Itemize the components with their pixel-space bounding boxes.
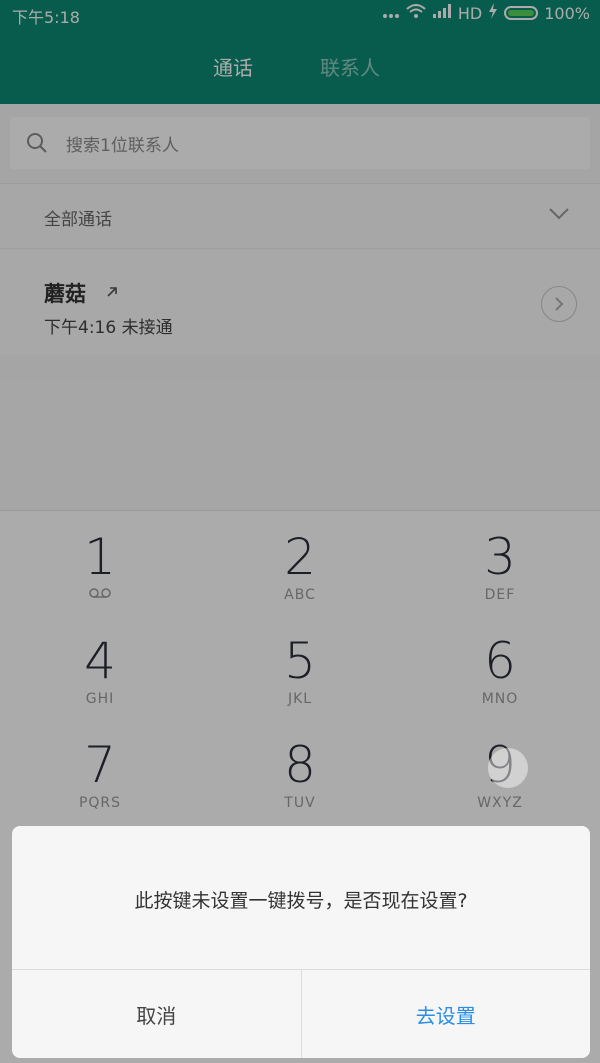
go-to-settings-button[interactable]: 去设置 <box>302 970 591 1058</box>
phone-screen: 下午5:18 HD 100% 通话 联系人 搜索1位联系人 全部通话 蘑菇 下午… <box>0 0 600 1063</box>
cancel-button[interactable]: 取消 <box>12 970 302 1058</box>
touch-indicator <box>488 748 528 788</box>
dialog-buttons: 取消 去设置 <box>12 969 590 1058</box>
dialog-message: 此按键未设置一键拨号，是否现在设置? <box>134 890 468 912</box>
speed-dial-dialog: 此按键未设置一键拨号，是否现在设置? 取消 去设置 <box>12 826 590 1058</box>
